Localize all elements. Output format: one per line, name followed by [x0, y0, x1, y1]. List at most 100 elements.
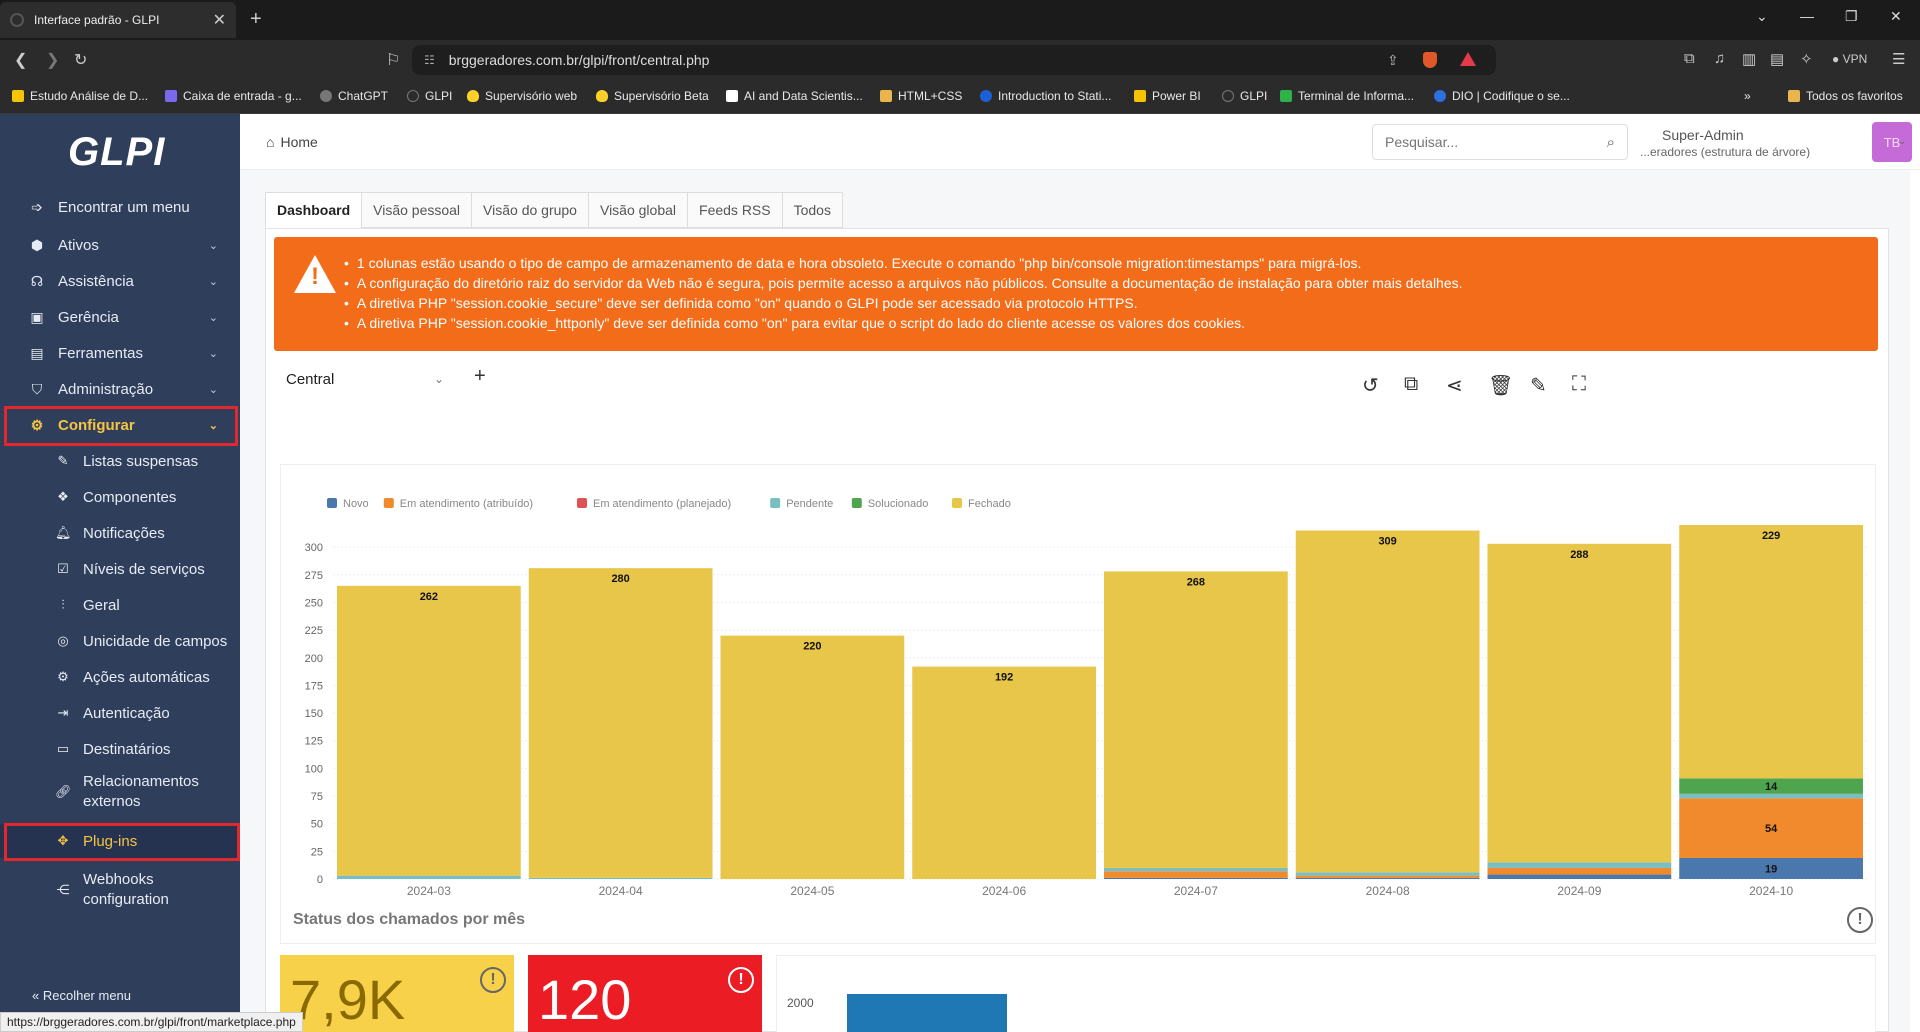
sidebar-toggle-icon[interactable]: ▥: [1742, 50, 1756, 68]
user-entity[interactable]: ...eradores (estrutura de árvore): [1640, 145, 1810, 159]
tickets-status-card: Novo Em atendimento (atribuído) Em atendim…: [280, 464, 1876, 944]
bookmark-item[interactable]: AI and Data Scientis...: [726, 89, 863, 103]
submenu-item-relacionamentos-externos[interactable]: 🔗︎ Relacionamentos externos: [0, 768, 240, 816]
site-info-icon[interactable]: ☷: [424, 53, 435, 67]
mini-card-count[interactable]: 120 !: [528, 955, 762, 1032]
close-window-icon[interactable]: ✕: [1890, 8, 1902, 25]
breadcrumb[interactable]: ⌂ Home: [266, 134, 318, 150]
collapse-menu-button[interactable]: « Recolher menu: [32, 988, 131, 1003]
y-tick-label: 25: [311, 846, 323, 858]
x-tick-label: 2024-08: [1366, 884, 1410, 898]
submenu-item-notificacoes[interactable]: 🔔︎ Notificações: [0, 516, 240, 550]
extensions-icon[interactable]: ⧉: [1684, 50, 1695, 67]
submenu-item-destinatarios[interactable]: ▭ Destinatários: [0, 732, 240, 766]
bookmark-item[interactable]: Supervisório web: [467, 89, 577, 103]
add-dashboard-button[interactable]: +: [474, 365, 486, 388]
minimize-icon[interactable]: —: [1800, 8, 1814, 24]
bookmark-page-icon[interactable]: ⚐: [386, 50, 400, 70]
chevron-down-icon: ⌄: [208, 347, 218, 360]
bar-segment: [1104, 877, 1288, 879]
close-tab-icon[interactable]: ✕: [213, 10, 226, 30]
bookmark-item[interactable]: Caixa de entrada - g...: [165, 89, 302, 103]
share-icon[interactable]: ⇪: [1387, 52, 1399, 69]
mini-card-count[interactable]: 7,9K !: [280, 955, 514, 1032]
info-icon[interactable]: !: [1847, 907, 1873, 933]
submenu-item-autenticacao[interactable]: ⇥ Autenticação: [0, 696, 240, 730]
menu-item-ativos[interactable]: ⬢ Ativos ⌄: [0, 228, 240, 262]
menu-item-gerencia[interactable]: ▣ Gerência ⌄: [0, 300, 240, 334]
bookmark-item[interactable]: GLPI: [407, 89, 452, 103]
bookmark-item[interactable]: Terminal de Informa...: [1280, 89, 1414, 103]
trash-icon[interactable]: 🗑︎: [1488, 373, 1513, 398]
address-bar[interactable]: ☷ brggeradores.com.br/glpi/front/central…: [412, 45, 1496, 75]
coursera-icon: [726, 90, 738, 102]
submenu-item-listas-suspensas[interactable]: ✎ Listas suspensas: [0, 444, 240, 478]
search-input[interactable]: [1385, 134, 1607, 150]
tab-dashboard[interactable]: Dashboard: [265, 192, 362, 228]
glpi-logo[interactable]: GLPI: [68, 130, 165, 175]
menu-item-ferramentas[interactable]: ▤ Ferramentas ⌄: [0, 336, 240, 370]
bookmark-item[interactable]: Estudo Análise de D...: [12, 89, 148, 103]
find-menu-item[interactable]: ➩ Encontrar um menu: [0, 190, 240, 224]
info-icon[interactable]: !: [728, 967, 754, 993]
submenu-item-geral[interactable]: ⫶ Geral: [0, 588, 240, 622]
bookmark-item[interactable]: Supervisório Beta: [596, 89, 709, 103]
login-icon: ⇥: [57, 705, 69, 720]
share-icon[interactable]: ⋖: [1446, 373, 1463, 398]
dashboard-select[interactable]: Central ⌄: [278, 363, 458, 395]
warning-triangle-icon: !: [294, 255, 336, 293]
checklist-icon: ☑: [57, 561, 69, 576]
bookmark-item[interactable]: Power BI: [1134, 89, 1201, 103]
media-icon[interactable]: ♫: [1714, 50, 1725, 67]
browser-tab[interactable]: Interface padrão - GLPI ✕: [0, 2, 236, 38]
fullscreen-icon[interactable]: ⛶: [1572, 373, 1586, 396]
bookmarks-bar: Estudo Análise de D... Caixa de entrada …: [0, 80, 1920, 114]
x-tick-label: 2024-04: [599, 884, 643, 898]
mini-card-value: 7,9K: [290, 968, 406, 1031]
submenu-item-acoes-automaticas[interactable]: ⚙ Ações automáticas: [0, 660, 240, 694]
bookmarks-overflow-icon[interactable]: »: [1744, 89, 1751, 103]
leo-ai-icon[interactable]: ✧: [1800, 50, 1813, 68]
chevron-down-icon[interactable]: ⌄: [1898, 136, 1906, 147]
bookmark-item[interactable]: HTML+CSS: [880, 89, 962, 103]
vpn-button[interactable]: ● VPN: [1832, 52, 1867, 66]
info-icon[interactable]: !: [480, 967, 506, 993]
tab-feeds-rss[interactable]: Feeds RSS: [687, 192, 782, 228]
edit-icon[interactable]: ✎: [1530, 373, 1547, 398]
data-label: 14: [1765, 781, 1778, 793]
restore-icon[interactable]: ❐: [1845, 8, 1858, 25]
forward-icon[interactable]: ❯: [46, 50, 59, 70]
browser-menu-icon[interactable]: ☰: [1892, 50, 1905, 68]
bookmark-item[interactable]: ChatGPT: [320, 89, 388, 103]
user-profile-name[interactable]: Super-Admin: [1662, 127, 1744, 143]
new-tab-icon[interactable]: +: [250, 8, 262, 31]
brave-shields-icon[interactable]: [1423, 52, 1437, 68]
webhook-icon: ⋲: [56, 882, 70, 897]
back-icon[interactable]: ❮: [14, 50, 27, 70]
submenu-item-componentes[interactable]: ❖ Componentes: [0, 480, 240, 514]
brave-rewards-icon[interactable]: [1460, 52, 1476, 66]
tab-search-icon[interactable]: ⌄: [1756, 8, 1768, 25]
bookmark-item[interactable]: Introduction to Stati...: [980, 89, 1111, 103]
menu-item-administracao[interactable]: ⛉ Administração ⌄: [0, 372, 240, 406]
bookmark-item[interactable]: DIO | Codifique o se...: [1434, 89, 1570, 103]
legend-label: Novo: [343, 498, 369, 510]
bookmark-item[interactable]: GLPI: [1222, 89, 1267, 103]
search-icon[interactable]: ⌕: [1607, 134, 1615, 151]
tab-visao-pessoal[interactable]: Visão pessoal: [361, 192, 472, 228]
reload-icon[interactable]: ↻: [74, 50, 87, 70]
clone-icon[interactable]: ⧉: [1404, 373, 1418, 396]
wallet-icon[interactable]: ▤: [1770, 50, 1784, 68]
tab-visao-global[interactable]: Visão global: [587, 192, 688, 228]
tab-todos[interactable]: Todos: [781, 192, 843, 228]
submenu-item-unicidade-campos[interactable]: ◎ Unicidade de campos: [0, 624, 240, 658]
submenu-item-niveis-servicos[interactable]: ☑ Níveis de serviços: [0, 552, 240, 586]
tab-visao-grupo[interactable]: Visão do grupo: [471, 192, 588, 228]
chevron-down-icon: ⌄: [208, 239, 218, 252]
submenu-item-webhooks[interactable]: ⋲ Webhooks configuration: [0, 866, 240, 914]
history-icon[interactable]: ↺: [1362, 373, 1379, 398]
favorites-folder[interactable]: Todos os favoritos: [1788, 89, 1903, 103]
wallet-icon: ▣: [30, 308, 44, 325]
bar: [847, 994, 1007, 1032]
menu-item-assistencia[interactable]: ☊ Assistência ⌄: [0, 264, 240, 298]
